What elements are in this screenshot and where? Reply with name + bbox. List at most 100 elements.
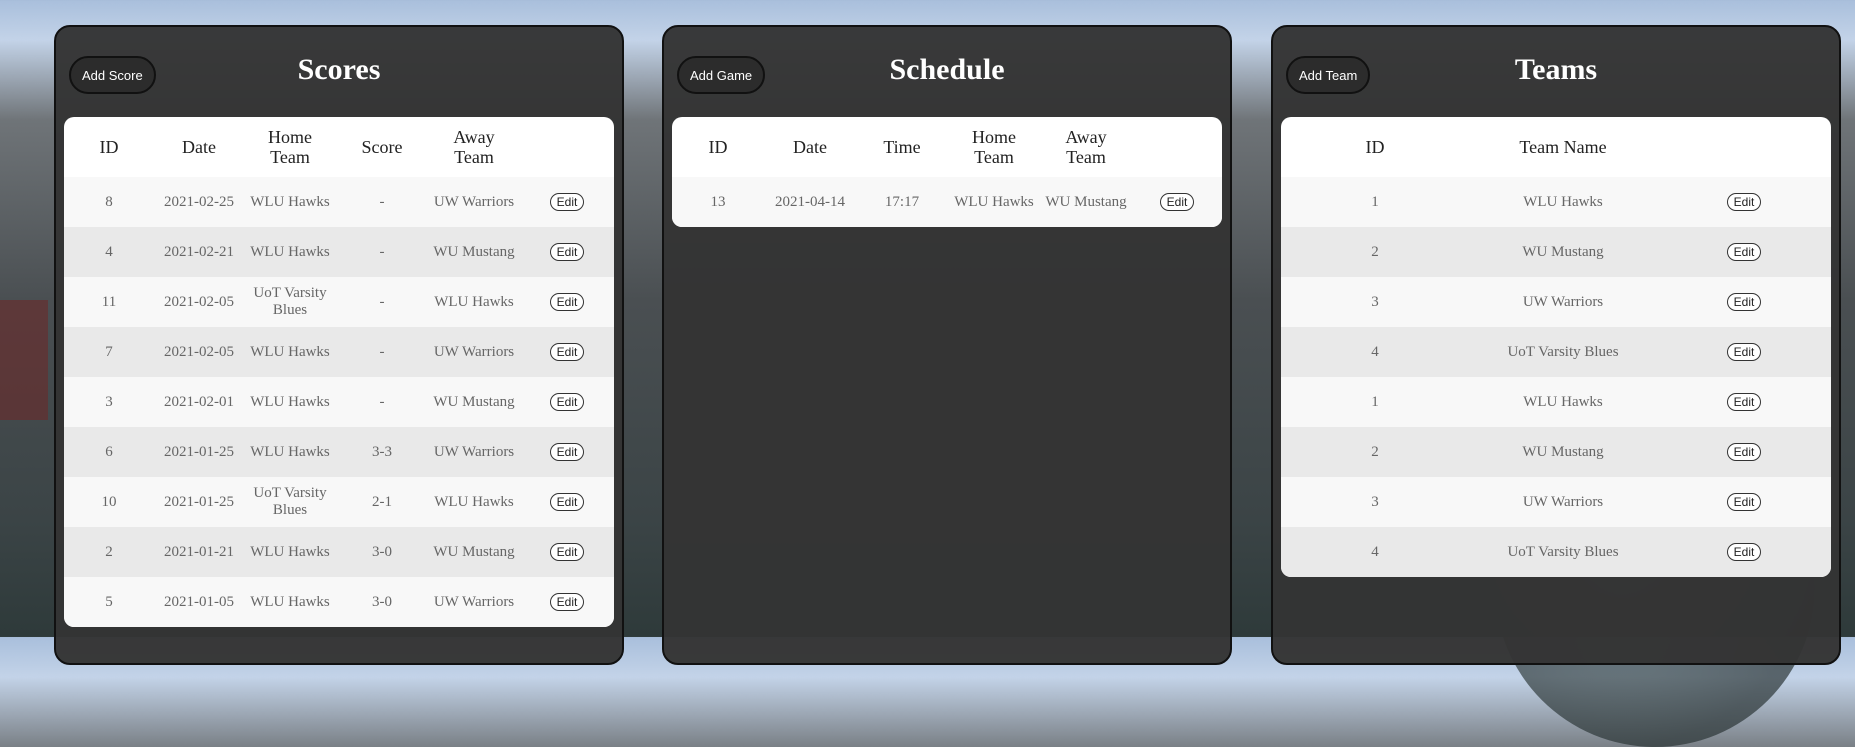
cell-id: 3: [1371, 293, 1379, 310]
cell-name: UoT Varsity Blues: [1507, 343, 1619, 360]
teams-title: Teams: [1514, 53, 1598, 86]
cell-time: 17:17: [884, 193, 920, 210]
cell-date: 2021-04-14: [775, 193, 845, 210]
cell-date: 2021-02-01: [164, 393, 234, 410]
score-row: 5 2021-01-05 WLU Hawks 3-0 UW Warriors Edit: [64, 577, 614, 627]
cell-name: UW Warriors: [1522, 493, 1604, 510]
edit-button[interactable]: Edit: [549, 543, 585, 561]
cell-home: UoT Varsity Blues: [253, 285, 327, 318]
cell-actions: Edit: [520, 577, 614, 627]
cell-actions: Edit: [1657, 527, 1831, 577]
scores-table-card: ID Date Home Team Score Away Team 8 2021-…: [64, 117, 614, 627]
edit-button[interactable]: Edit: [549, 193, 585, 211]
column-header-time: Time: [883, 137, 921, 157]
cell-actions: Edit: [520, 527, 614, 577]
cell-actions: Edit: [1657, 177, 1831, 227]
cell-home: WLU Hawks: [250, 543, 330, 560]
cell-date: 2021-01-25: [164, 493, 234, 510]
score-row: 3 2021-02-01 WLU Hawks - WU Mustang Edit: [64, 377, 614, 427]
teams-table: ID Team Name 1 WLU Hawks Edit 2 WU Mustang Ed…: [1281, 117, 1831, 577]
cell-id: 2: [1371, 443, 1379, 460]
team-row: 3 UW Warriors Edit: [1281, 477, 1831, 527]
cell-away: UW Warriors: [433, 593, 515, 610]
column-header-team-name: Team Name: [1519, 137, 1607, 157]
cell-date: 2021-02-05: [164, 343, 234, 360]
cell-id: 6: [105, 443, 113, 460]
column-header-id: ID: [1365, 137, 1385, 157]
edit-button[interactable]: Edit: [1159, 193, 1195, 211]
schedule-row: 13 2021-04-14 17:17 WLU Hawks WU Mustang Edit: [672, 177, 1222, 227]
cell-score: 3-0: [372, 593, 392, 610]
score-row: 10 2021-01-25 UoT Varsity Blues 2-1 WLU Hawk…: [64, 477, 614, 527]
edit-button[interactable]: Edit: [549, 443, 585, 461]
cell-actions: Edit: [1657, 227, 1831, 277]
cell-id: 10: [101, 493, 117, 510]
column-header-actions: [1132, 117, 1222, 177]
cell-id: 8: [105, 193, 113, 210]
cell-name: WU Mustang: [1522, 243, 1604, 260]
cell-id: 13: [710, 193, 726, 210]
schedule-header-row: ID Date Time Home Team Away Team: [672, 117, 1222, 177]
edit-button[interactable]: Edit: [549, 393, 585, 411]
cell-id: 1: [1371, 393, 1379, 410]
cell-id: 2: [1371, 243, 1379, 260]
cell-away: WU Mustang: [433, 543, 515, 560]
edit-button[interactable]: Edit: [1726, 243, 1762, 261]
cell-home: WLU Hawks: [250, 593, 330, 610]
edit-button[interactable]: Edit: [1726, 493, 1762, 511]
edit-button[interactable]: Edit: [1726, 343, 1762, 361]
scores-header-row: ID Date Home Team Score Away Team: [64, 117, 614, 177]
cell-date: 2021-01-25: [164, 443, 234, 460]
cell-home: WLU Hawks: [250, 193, 330, 210]
cell-away: WLU Hawks: [434, 493, 514, 510]
cell-actions: Edit: [520, 277, 614, 327]
edit-button[interactable]: Edit: [1726, 443, 1762, 461]
cell-away: UW Warriors: [433, 193, 515, 210]
scores-title: Scores: [297, 53, 381, 86]
cell-score: -: [379, 193, 385, 210]
cell-score: -: [379, 293, 385, 310]
score-row: 11 2021-02-05 UoT Varsity Blues - WLU Hawks E…: [64, 277, 614, 327]
cell-id: 4: [105, 243, 113, 260]
edit-button[interactable]: Edit: [1726, 393, 1762, 411]
edit-button[interactable]: Edit: [549, 343, 585, 361]
edit-button[interactable]: Edit: [549, 593, 585, 611]
cell-score: -: [379, 343, 385, 360]
cell-id: 1: [1371, 193, 1379, 210]
cell-home: WLU Hawks: [954, 193, 1034, 210]
cell-actions: Edit: [520, 177, 614, 227]
cell-actions: Edit: [520, 227, 614, 277]
edit-button[interactable]: Edit: [1726, 293, 1762, 311]
schedule-table: ID Date Time Home Team Away Team 13 2021-…: [672, 117, 1222, 227]
score-row: 8 2021-02-25 WLU Hawks - UW Warriors Edit: [64, 177, 614, 227]
score-row: 4 2021-02-21 WLU Hawks - WU Mustang Edit: [64, 227, 614, 277]
column-header-id: ID: [708, 137, 728, 157]
cell-id: 4: [1371, 343, 1379, 360]
team-row: 1 WLU Hawks Edit: [1281, 377, 1831, 427]
column-header-home-team: Home Team: [268, 127, 312, 167]
cell-actions: Edit: [520, 327, 614, 377]
cell-away: WU Mustang: [1045, 193, 1127, 210]
cell-name: UoT Varsity Blues: [1507, 543, 1619, 560]
schedule-panel: Add Game Schedule ID Date Time Home Team…: [662, 25, 1232, 665]
column-header-id: ID: [99, 137, 119, 157]
edit-button[interactable]: Edit: [1726, 193, 1762, 211]
edit-button[interactable]: Edit: [549, 493, 585, 511]
cell-name: WU Mustang: [1522, 443, 1604, 460]
cell-score: 2-1: [372, 493, 392, 510]
cell-date: 2021-02-05: [164, 293, 234, 310]
teams-table-body: 1 WLU Hawks Edit 2 WU Mustang Edit 3 UW Warrior…: [1281, 177, 1831, 577]
edit-button[interactable]: Edit: [549, 293, 585, 311]
score-row: 2 2021-01-21 WLU Hawks 3-0 WU Mustang Edit: [64, 527, 614, 577]
cell-home: WLU Hawks: [250, 443, 330, 460]
column-header-away-team: Away Team: [453, 127, 495, 167]
scores-table: ID Date Home Team Score Away Team 8 2021-…: [64, 117, 614, 627]
edit-button[interactable]: Edit: [549, 243, 585, 261]
teams-header-row: ID Team Name: [1281, 117, 1831, 177]
teams-table-card: ID Team Name 1 WLU Hawks Edit 2 WU Mustang Ed…: [1281, 117, 1831, 577]
cell-date: 2021-01-05: [164, 593, 234, 610]
column-header-date: Date: [182, 137, 216, 157]
edit-button[interactable]: Edit: [1726, 543, 1762, 561]
teams-panel: Add Team Teams ID Team Name 1 WLU Hawks Ed…: [1271, 25, 1841, 665]
cell-score: -: [379, 243, 385, 260]
